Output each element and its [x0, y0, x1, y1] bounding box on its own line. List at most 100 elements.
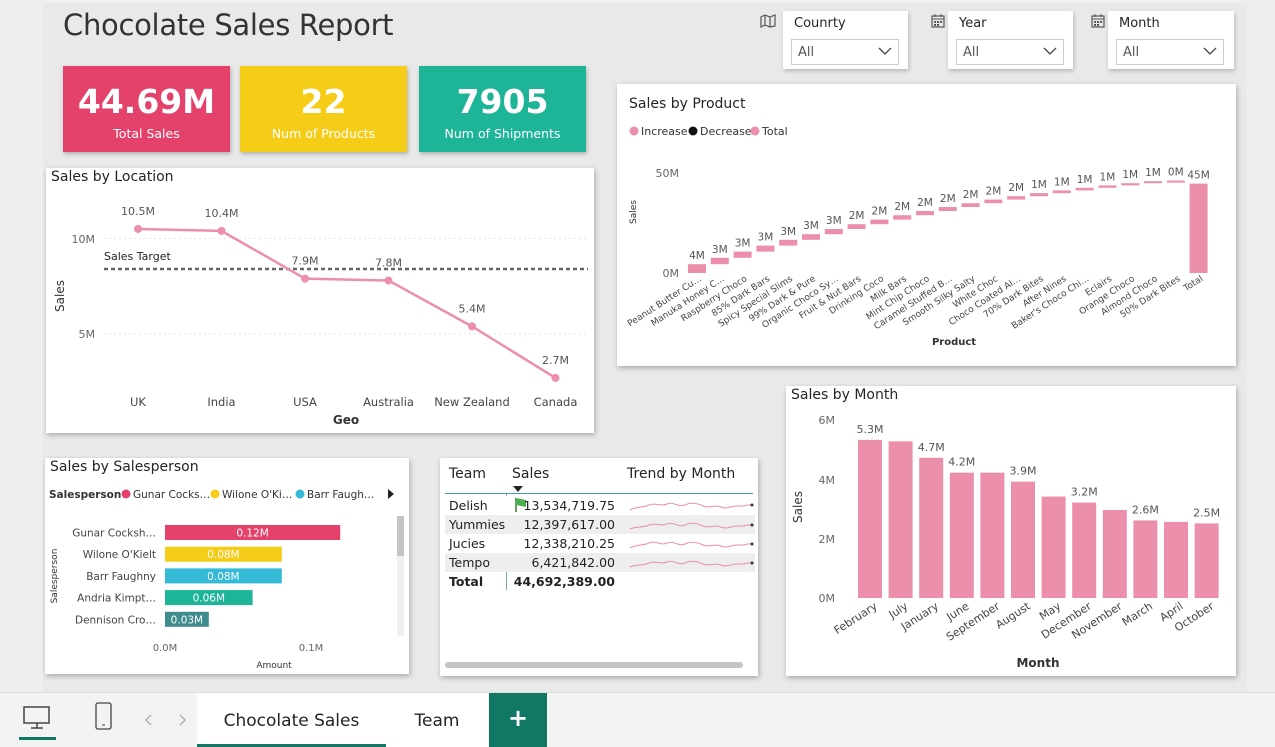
location-line-chart: 10M 5M Sales Geo Sales Target 10.5M UK 10.… — [53, 205, 588, 427]
sales-by-product-visual[interactable]: Sales by Product Increase Decrease Total… — [617, 84, 1236, 366]
kpi-total-sales[interactable]: 44.69M Total Sales — [63, 66, 230, 152]
sparkline-tempo — [629, 560, 752, 568]
next-page-icon[interactable] — [177, 713, 187, 727]
chevron-down-icon — [878, 47, 892, 55]
data-label: 0.08M — [207, 571, 239, 583]
month-bar — [949, 472, 974, 598]
waterfall-bar — [1007, 196, 1026, 200]
legend-title: Salesperson — [49, 489, 121, 501]
month-bar — [1164, 521, 1188, 598]
team-table-visual[interactable]: Team Sales Trend by Month Delish 13,534,… — [440, 458, 758, 676]
line-point — [551, 373, 560, 382]
y-tick: 2M — [819, 533, 836, 546]
legend-total: Total — [761, 125, 788, 138]
column-header-team[interactable]: Team — [449, 466, 486, 482]
data-label: 1M — [1031, 179, 1047, 191]
tab-team[interactable]: Team — [386, 693, 488, 747]
previous-page-icon[interactable] — [144, 713, 154, 727]
product-waterfall-chart: Increase Decrease Total 50M 0M Sales Pro… — [626, 125, 1210, 348]
sales-by-salesperson-visual[interactable]: Sales by Salesperson Salesperson Gunar C… — [45, 458, 409, 674]
legend-marker — [295, 489, 305, 499]
canvas-top-margin — [0, 0, 1275, 3]
slicer-country[interactable]: Counrty All — [783, 11, 908, 69]
scrollbar-thumb[interactable] — [397, 516, 404, 556]
data-label: 2M — [1008, 182, 1024, 194]
tab-chocolate-sales[interactable]: Chocolate Sales — [197, 693, 386, 747]
legend-marker-total — [750, 126, 760, 136]
horizontal-scrollbar[interactable] — [445, 662, 743, 668]
data-label: 7.9M — [292, 255, 319, 268]
x-tick: 0.0M — [153, 643, 178, 654]
data-label: 4.7M — [918, 441, 945, 454]
data-label: 1M — [1145, 167, 1161, 179]
sales-by-month-visual[interactable]: Sales by Month 6M 4M 2M 0M Sales Month 5… — [786, 386, 1236, 676]
data-label: 2M — [917, 197, 933, 209]
add-page-button[interactable]: + — [489, 693, 547, 747]
total-sales: 44,692,389.00 — [513, 574, 615, 589]
legend-marker-increase — [629, 126, 639, 136]
legend-next-icon[interactable] — [388, 489, 394, 499]
kpi-num-products[interactable]: 22 Num of Products — [240, 66, 407, 152]
month-bar — [919, 457, 944, 598]
sort-descending-icon[interactable] — [512, 485, 524, 493]
x-tick: Total — [1181, 274, 1205, 294]
legend-decrease: Decrease — [700, 125, 752, 138]
data-label: 3.9M — [1010, 465, 1037, 478]
waterfall-bar — [779, 239, 798, 246]
year-dropdown[interactable]: All — [956, 39, 1064, 65]
x-axis-label: Product — [932, 337, 976, 348]
waterfall-bar — [688, 264, 706, 273]
table-total-row: Total 44,692,389.00 — [445, 572, 755, 591]
waterfall-bar — [710, 257, 729, 265]
data-label: 3M — [826, 215, 842, 227]
waterfall-bar — [984, 199, 1003, 204]
waterfall-bar — [870, 219, 889, 225]
data-label: 0.06M — [193, 593, 225, 605]
data-label: 2.5M — [1193, 506, 1220, 519]
kpi-value: 7905 — [456, 82, 549, 121]
data-label: 3M — [712, 244, 728, 256]
y-tick: Dennison Cro… — [75, 614, 156, 626]
page-title: Chocolate Sales Report — [63, 8, 394, 42]
x-tick: February — [832, 599, 880, 637]
slicer-month[interactable]: Month All — [1108, 11, 1234, 69]
y-tick: 5M — [79, 328, 96, 341]
desktop-view-icon[interactable] — [22, 705, 52, 731]
sales-by-location-visual[interactable]: Sales by Location 10M 5M Sales Geo Sales… — [46, 168, 594, 433]
sales-target-label: Sales Target — [104, 250, 171, 263]
data-label: 2M — [963, 189, 979, 201]
data-label: 2M — [940, 193, 956, 205]
y-tick: 0M — [819, 592, 836, 605]
month-dropdown[interactable]: All — [1116, 39, 1224, 65]
page-navigation-bar: Chocolate Sales Team + — [0, 692, 1275, 747]
line-point — [217, 226, 226, 235]
data-label: 3M — [780, 226, 796, 238]
waterfall-bar — [847, 224, 866, 229]
data-label: 3M — [758, 232, 774, 244]
x-tick: Australia — [363, 395, 414, 409]
desktop-view-indicator — [19, 737, 56, 740]
x-axis-label: Amount — [256, 661, 292, 671]
waterfall-bar — [893, 215, 912, 220]
dropdown-value: All — [798, 45, 815, 60]
legend-marker-decrease — [688, 126, 698, 136]
x-axis-label: Geo — [333, 413, 359, 427]
team-cell: Delish — [449, 498, 488, 513]
data-label: 1M — [1054, 176, 1070, 188]
mobile-view-icon[interactable] — [94, 701, 114, 731]
kpi-num-shipments[interactable]: 7905 Num of Shipments — [419, 66, 586, 152]
data-label: 0.03M — [171, 614, 203, 626]
country-dropdown[interactable]: All — [791, 39, 899, 65]
waterfall-bar — [802, 234, 820, 240]
slicer-year[interactable]: Year All — [948, 11, 1073, 69]
chevron-down-icon — [1043, 47, 1057, 55]
waterfall-total-bar — [1189, 183, 1208, 273]
column-header-trend[interactable]: Trend by Month — [627, 466, 735, 482]
data-label: 10.5M — [121, 205, 155, 218]
data-label: 7.8M — [375, 257, 402, 270]
y-tick: 4M — [819, 474, 836, 487]
column-header-sales[interactable]: Sales — [512, 466, 549, 482]
month-bar — [980, 472, 1005, 598]
sparkline-delish — [629, 502, 752, 511]
data-label: 3.2M — [1071, 486, 1098, 499]
